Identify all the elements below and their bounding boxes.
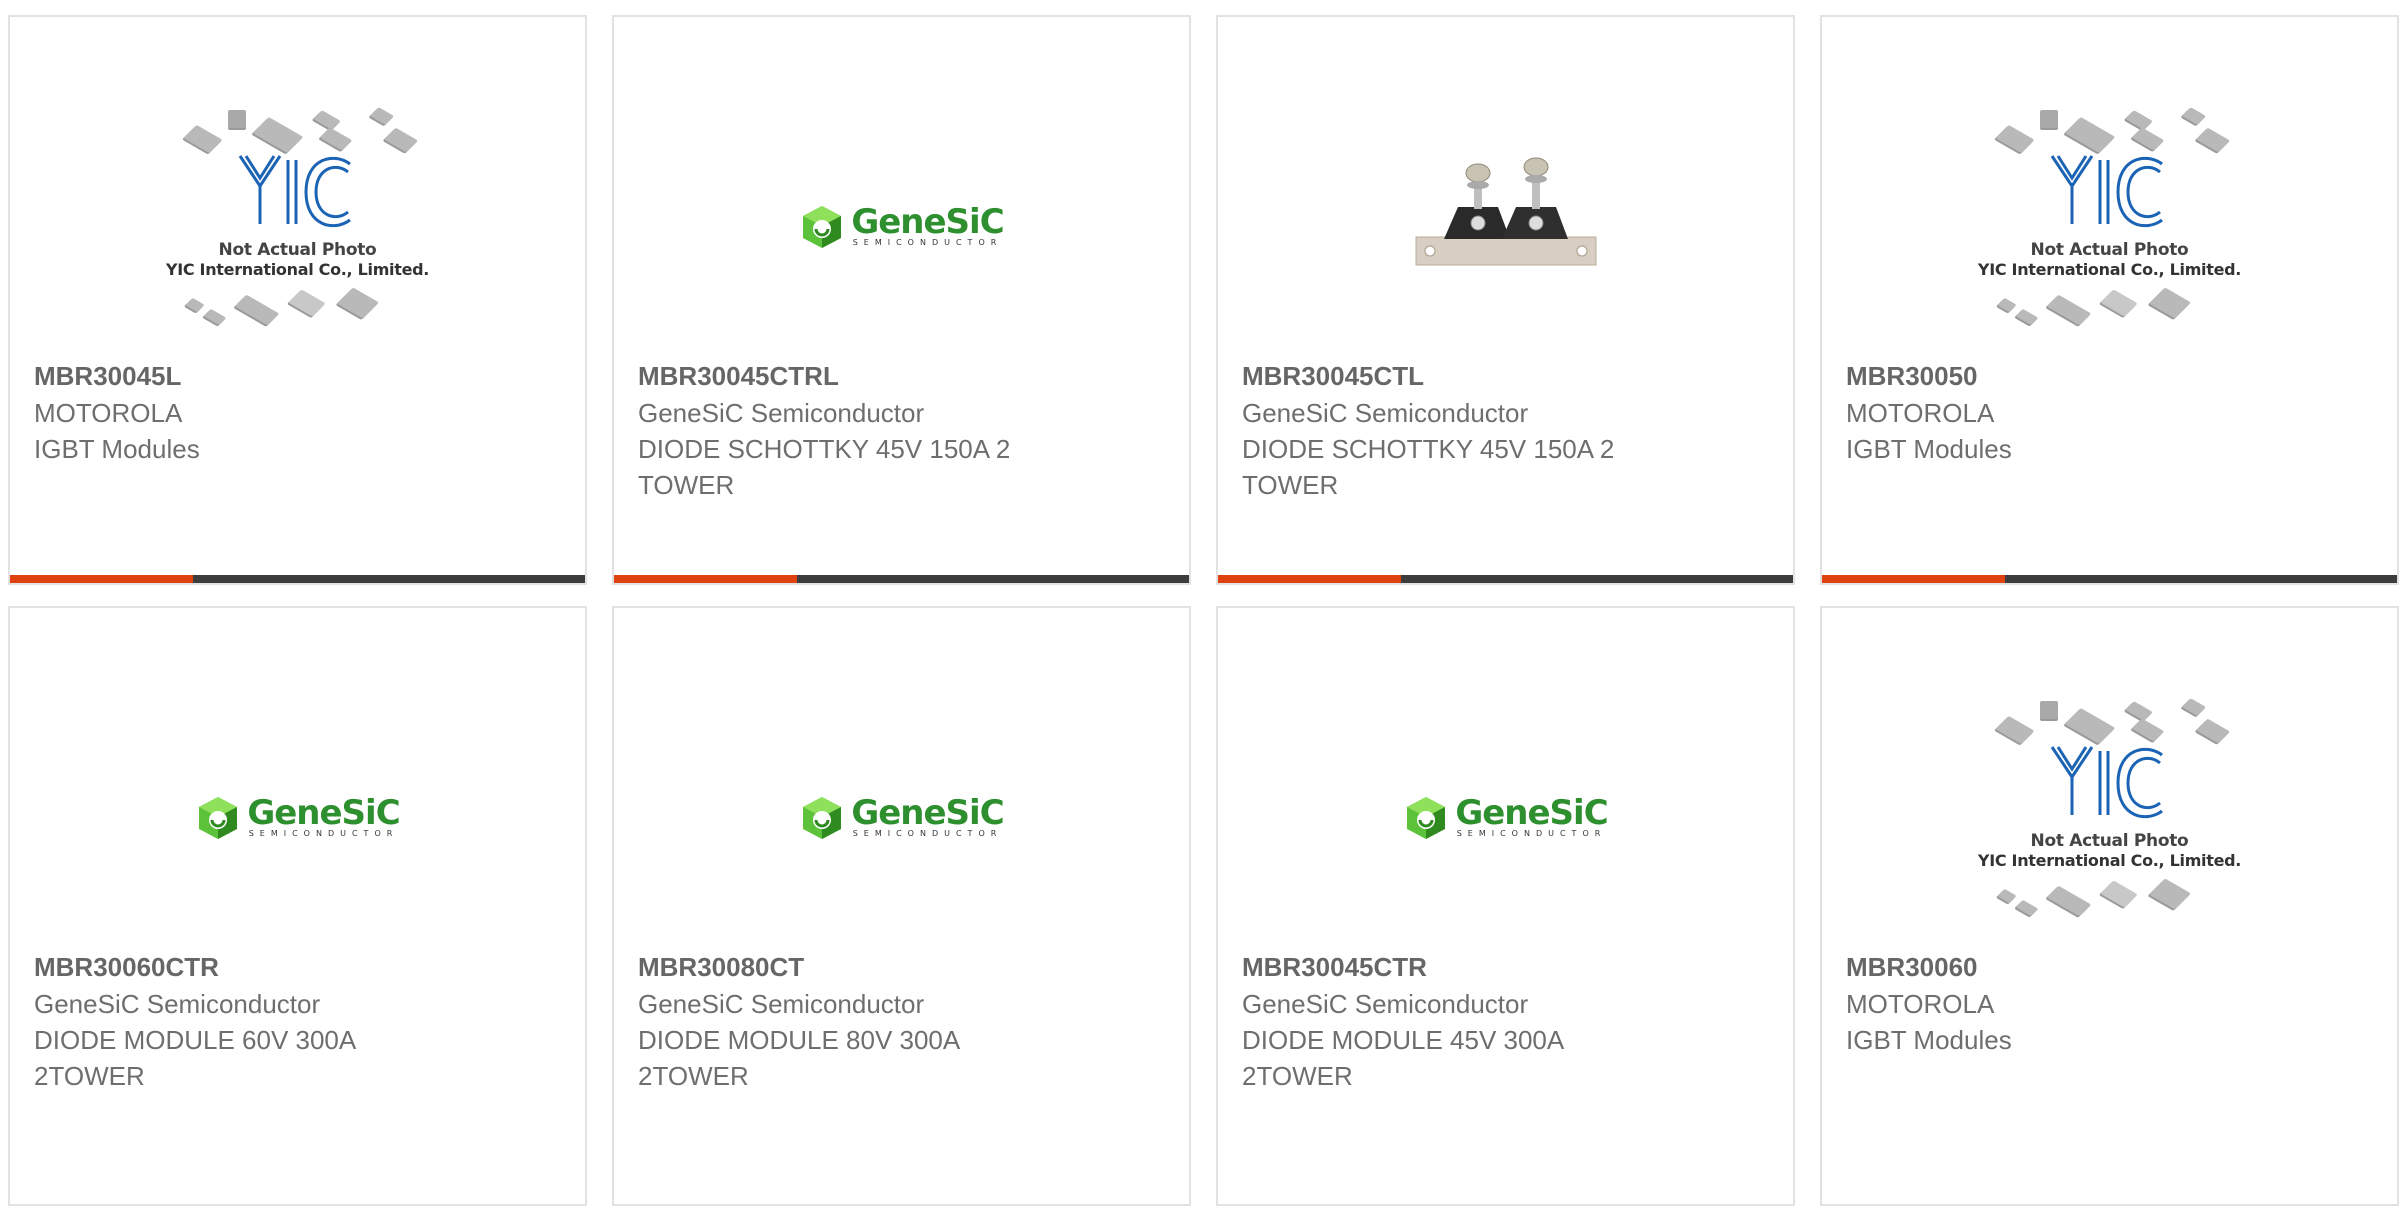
product-image[interactable]: Not Actual Photo YIC International Co., … <box>1822 688 2397 948</box>
part-number[interactable]: MBR30060 <box>1846 948 2266 986</box>
description: DIODE SCHOTTKY 45V 150A 2 TOWER <box>638 434 1011 500</box>
manufacturer: GeneSiC Semiconductor <box>638 989 925 1019</box>
genesic-hexagon-icon <box>1407 797 1446 839</box>
part-number[interactable]: MBR30045CTRL <box>638 357 1058 395</box>
yic-placeholder-image: Not Actual Photo YIC International Co., … <box>1970 693 2250 943</box>
placeholder-line2: YIC International Co., Limited. <box>1977 260 2242 279</box>
manufacturer: MOTOROLA <box>34 398 183 428</box>
genesic-hexagon-icon <box>803 206 842 248</box>
genesic-sub: SEMICONDUCTOR <box>852 238 1003 247</box>
product-image[interactable]: GeneSiC SEMICONDUCTOR <box>614 688 1189 948</box>
description: IGBT Modules <box>1846 1025 2012 1055</box>
description: DIODE MODULE 60V 300A 2TOWER <box>34 1025 355 1091</box>
genesic-word: GeneSiC <box>851 202 1004 242</box>
manufacturer: GeneSiC Semiconductor <box>1242 398 1529 428</box>
description: DIODE MODULE 80V 300A 2TOWER <box>638 1025 959 1091</box>
part-number[interactable]: MBR30045CTR <box>1242 948 1662 986</box>
yic-logo-icon <box>2050 746 2163 819</box>
product-image[interactable]: GeneSiC SEMICONDUCTOR <box>10 688 585 948</box>
genesic-word: GeneSiC <box>851 793 1004 833</box>
product-card[interactable]: Not Actual Photo YIC International Co., … <box>8 15 587 585</box>
part-number[interactable]: MBR30050 <box>1846 357 2266 395</box>
product-grid: Not Actual Photo YIC International Co., … <box>8 15 2399 1206</box>
card-footer-bar <box>10 575 585 583</box>
card-footer-bar <box>1218 575 1793 583</box>
genesic-word: GeneSiC <box>247 793 400 833</box>
placeholder-line1: Not Actual Photo <box>218 240 377 260</box>
genesic-hexagon-icon <box>803 797 842 839</box>
part-number[interactable]: MBR30080CT <box>638 948 1058 986</box>
placeholder-line1: Not Actual Photo <box>2030 240 2189 260</box>
product-card[interactable]: GeneSiC SEMICONDUCTOR MBR30045CTR GeneSi… <box>1216 606 1795 1206</box>
product-card[interactable]: Not Actual Photo YIC International Co., … <box>1820 15 2399 585</box>
genesic-sub: SEMICONDUCTOR <box>852 829 1003 838</box>
product-image[interactable]: GeneSiC SEMICONDUCTOR <box>614 97 1189 357</box>
manufacturer: MOTOROLA <box>1846 398 1995 428</box>
genesic-word: GeneSiC <box>1455 793 1608 833</box>
product-image[interactable]: Not Actual Photo YIC International Co., … <box>10 97 585 357</box>
product-card[interactable]: GeneSiC SEMICONDUCTOR MBR30045CTRL GeneS… <box>612 15 1191 585</box>
yic-placeholder-image: Not Actual Photo YIC International Co., … <box>158 102 438 352</box>
description: IGBT Modules <box>34 434 200 464</box>
product-card[interactable]: MBR30045CTL GeneSiC Semiconductor DIODE … <box>1216 15 1795 585</box>
card-footer-bar <box>1822 575 2397 583</box>
genesic-sub: SEMICONDUCTOR <box>248 829 399 838</box>
product-card[interactable]: GeneSiC SEMICONDUCTOR MBR30060CTR GeneSi… <box>8 606 587 1206</box>
genesic-logo: GeneSiC SEMICONDUCTOR <box>799 793 1005 841</box>
part-number[interactable]: MBR30060CTR <box>34 948 454 986</box>
yic-placeholder-image: Not Actual Photo YIC International Co., … <box>1970 102 2250 352</box>
manufacturer: GeneSiC Semiconductor <box>34 989 321 1019</box>
placeholder-line2: YIC International Co., Limited. <box>1977 851 2242 870</box>
manufacturer: MOTOROLA <box>1846 989 1995 1019</box>
manufacturer: GeneSiC Semiconductor <box>638 398 925 428</box>
product-image[interactable] <box>1218 97 1793 357</box>
genesic-hexagon-icon <box>199 797 238 839</box>
manufacturer: GeneSiC Semiconductor <box>1242 989 1529 1019</box>
genesic-logo: GeneSiC SEMICONDUCTOR <box>799 202 1005 250</box>
product-card[interactable]: Not Actual Photo YIC International Co., … <box>1820 606 2399 1206</box>
yic-logo-icon <box>238 155 351 228</box>
product-image[interactable]: Not Actual Photo YIC International Co., … <box>1822 97 2397 357</box>
description: DIODE MODULE 45V 300A 2TOWER <box>1242 1025 1563 1091</box>
product-image[interactable]: GeneSiC SEMICONDUCTOR <box>1218 688 1793 948</box>
part-number[interactable]: MBR30045CTL <box>1242 357 1662 395</box>
card-footer-bar <box>614 575 1189 583</box>
genesic-sub: SEMICONDUCTOR <box>1456 829 1607 838</box>
two-tower-diode-photo <box>1405 127 1606 327</box>
description: DIODE SCHOTTKY 45V 150A 2 TOWER <box>1242 434 1615 500</box>
part-number[interactable]: MBR30045L <box>34 357 454 395</box>
product-card[interactable]: GeneSiC SEMICONDUCTOR MBR30080CT GeneSiC… <box>612 606 1191 1206</box>
placeholder-line1: Not Actual Photo <box>2030 831 2189 851</box>
genesic-logo: GeneSiC SEMICONDUCTOR <box>195 793 401 841</box>
yic-logo-icon <box>2050 155 2163 228</box>
description: IGBT Modules <box>1846 434 2012 464</box>
placeholder-line2: YIC International Co., Limited. <box>165 260 430 279</box>
genesic-logo: GeneSiC SEMICONDUCTOR <box>1403 793 1609 841</box>
